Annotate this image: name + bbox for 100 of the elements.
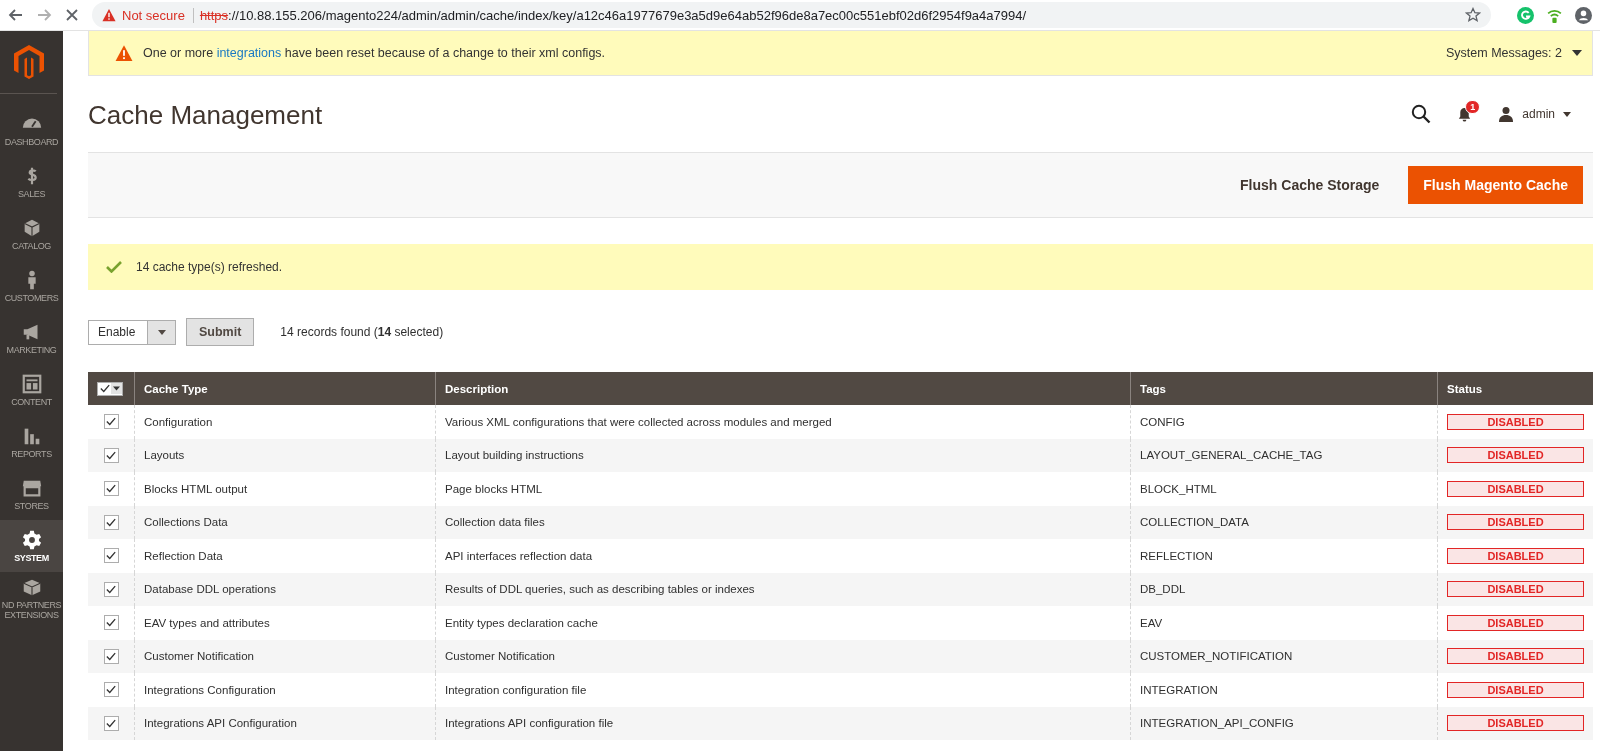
system-messages-toggle[interactable]: System Messages: 2 [1446,46,1562,60]
table-cell: Blocks HTML output [144,482,248,495]
check-icon [106,551,116,561]
logo-icon[interactable] [13,45,44,79]
security-label: Not secure [122,7,194,23]
column-header[interactable]: Description [445,382,509,395]
flush-magento-cache-button[interactable]: Flush Magento Cache [1408,166,1583,204]
status-label: DISABLED [1447,648,1584,665]
table-cell: Collection data files [445,516,545,529]
sidebar-item[interactable]: STORES [0,468,63,520]
system-message-text: One or more integrations have been reset because of a change to their xml configs. [143,46,606,60]
integrations-link[interactable]: integrations [216,46,282,60]
table-cell: Reflection Data [144,549,223,562]
header-checkbox[interactable] [98,382,111,395]
table-cell: DB_DDL [1140,583,1186,596]
submit-button[interactable]: Submit [186,318,255,346]
check-icon [99,384,110,393]
table-cell: INTEGRATION [1140,683,1218,696]
status-label: DISABLED [1447,681,1584,698]
column-header[interactable]: Cache Type [144,382,208,395]
sidebar-item[interactable]: CATALOG [0,208,63,260]
table-cell: Results of DDL queries, such as describing tables or indexes [445,583,755,596]
column-header[interactable]: Tags [1140,382,1166,395]
check-icon [106,417,116,427]
status-label: DISABLED [1447,715,1584,732]
table-cell: Customer Notification [445,650,555,663]
sidebar-item[interactable]: SYSTEM [0,520,63,572]
status-label: DISABLED [1447,547,1584,564]
notification-count[interactable]: 1 [1465,99,1481,114]
check-icon [106,484,116,494]
table-cell: Integrations Configuration [144,683,276,696]
sidebar-item[interactable]: REPORTS [0,416,63,468]
check-icon [106,651,116,661]
sidebar-item[interactable]: CONTENT [0,364,63,416]
table-cell: Configuration [144,415,213,428]
status-label: DISABLED [1447,413,1584,430]
row-checkbox[interactable] [103,715,119,731]
sidebar-item[interactable]: ND PARTNERS EXTENSIONS [0,572,63,624]
table-cell: CONFIG [1140,415,1185,428]
caret-icon [1563,111,1571,117]
check-icon [106,517,116,527]
caret-icon [157,329,166,335]
records-count: 14 records found (14 selected) [280,325,444,339]
column-header[interactable]: Status [1447,382,1483,395]
check-icon [106,618,116,628]
table-cell: Customer Notification [144,650,254,663]
search-icon[interactable] [1411,104,1432,124]
user-icon [1498,106,1515,122]
back-icon[interactable] [8,7,24,23]
check-icon [106,450,116,460]
caret-icon[interactable] [111,383,122,394]
url-text: https://10.88.155.206/magento224/admin/admin/cache/index/key/a12c46a1977679e3a5d9e64ab52f96de8a7ec00c551ebf02d6f2954f9a4a7994/ [199,7,1027,23]
table-cell: Layouts [144,449,185,462]
star-icon[interactable] [1465,7,1481,23]
table-cell: EAV types and attributes [144,616,270,629]
table-cell: Layout building instructions [445,449,584,462]
layout-icon [20,372,43,395]
row-checkbox[interactable] [103,447,119,463]
address-bar[interactable]: Not secure https://10.88.155.206/magento224/admin/admin/cache/index/key/a12c46a1977679e3a5d9e64ab52f96de8a7ec00c551ebf02d6f2954f9a4a7994/ [92,2,1491,28]
row-checkbox[interactable] [103,514,119,530]
row-checkbox[interactable] [103,414,119,430]
table-cell: REFLECTION [1140,549,1213,562]
row-checkbox[interactable] [103,682,119,698]
table-cell: EAV [1140,616,1163,629]
table-cell: Integrations API configuration file [445,717,614,730]
table-cell: INTEGRATION_API_CONFIG [1140,717,1294,730]
row-checkbox[interactable] [103,581,119,597]
table-cell: Various XML configurations that were collected across modules and merged [445,415,832,428]
status-label: DISABLED [1447,581,1584,598]
table-cell: Collections Data [144,516,228,529]
user-menu[interactable]: admin [1498,106,1571,122]
status-label: DISABLED [1447,514,1584,531]
mass-select[interactable] [97,381,123,396]
sidebar-item[interactable]: MARKETING [0,312,63,364]
page-title: Cache Management [88,98,323,131]
table-cell: BLOCK_HTML [1140,482,1217,495]
checkmark-icon [106,261,122,273]
flush-cache-storage-button[interactable]: Flush Cache Storage [1225,166,1395,204]
status-label: DISABLED [1447,614,1584,631]
row-checkbox[interactable] [103,548,119,564]
row-checkbox[interactable] [103,481,119,497]
close-icon[interactable] [64,7,80,23]
row-checkbox[interactable] [103,615,119,631]
table-cell: Integration configuration file [445,683,587,696]
caret-icon[interactable] [1572,50,1582,56]
bell-icon[interactable] [1457,106,1473,122]
table-cell: CUSTOMER_NOTIFICATION [1140,650,1293,663]
sidebar-item[interactable]: SALES [0,156,63,208]
sidebar-item[interactable]: DASHBOARD [0,104,63,156]
check-icon [106,584,116,594]
success-text: 14 cache type(s) refreshed. [136,260,283,274]
check-icon [106,718,116,728]
table-cell: LAYOUT_GENERAL_CACHE_TAG [1140,449,1323,462]
status-label: DISABLED [1447,480,1584,497]
warning-icon [102,8,116,22]
profile-icon[interactable] [1575,6,1592,24]
row-checkbox[interactable] [103,648,119,664]
sidebar-item[interactable]: CUSTOMERS [0,260,63,312]
action-select[interactable]: Enable [88,319,176,345]
table-cell: Entity types declaration cache [445,616,598,629]
